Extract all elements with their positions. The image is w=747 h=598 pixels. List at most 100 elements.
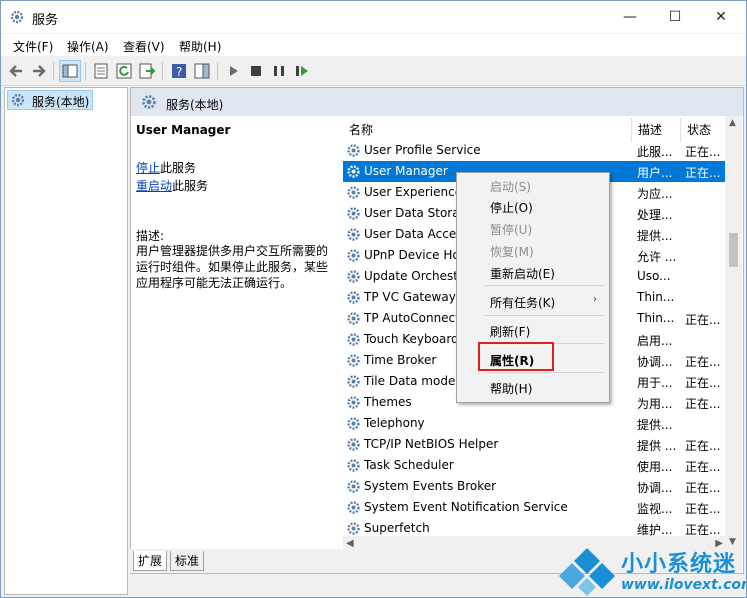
table-row[interactable]: System Events Broker 协调... 正在...	[343, 476, 726, 497]
service-description: 提供 ...	[637, 439, 677, 453]
table-row[interactable]: System Event Notification Service 监视... 正在…	[343, 497, 726, 518]
menu-action[interactable]: 操作(A)	[67, 38, 109, 55]
toolbar-separator	[217, 62, 218, 80]
service-status: 正在...	[685, 313, 721, 327]
service-description: 启用...	[637, 334, 673, 348]
restart-service-icon[interactable]	[292, 61, 312, 81]
column-header-description-label: 描述	[638, 123, 663, 137]
console-tree-icon[interactable]	[59, 60, 81, 82]
service-gear-icon	[347, 333, 360, 346]
context-menu-separator	[485, 315, 605, 316]
menu-bar: 文件(F) 操作(A) 查看(V) 帮助(H)	[1, 34, 746, 56]
service-gear-icon	[347, 501, 360, 514]
context-menu-start[interactable]: 启动(S)	[490, 178, 531, 195]
toolbar: ?	[1, 57, 746, 86]
vertical-scroll-thumb[interactable]	[729, 233, 738, 267]
refresh-icon[interactable]	[114, 61, 134, 81]
help-icon[interactable]: ?	[169, 61, 189, 81]
menu-file[interactable]: 文件(F)	[13, 38, 53, 55]
service-description: 允许 ...	[637, 250, 677, 264]
services-gear-icon	[11, 93, 25, 107]
scroll-up-arrow-icon[interactable]: ▲	[729, 118, 736, 128]
minimize-button[interactable]: —	[607, 1, 653, 33]
scroll-left-arrow-icon[interactable]: ◀	[346, 538, 354, 549]
service-description: Thin...	[637, 290, 675, 304]
table-row[interactable]: Task Scheduler 使用... 正在...	[343, 455, 726, 476]
toolbar-separator	[85, 62, 86, 80]
selected-service-name: User Manager	[136, 123, 231, 137]
forward-arrow-icon[interactable]	[28, 61, 48, 81]
toolbar-separator	[162, 62, 163, 80]
service-name: User Profile Service	[364, 143, 481, 157]
service-description: 协调...	[637, 481, 673, 495]
stop-service-icon[interactable]	[246, 61, 266, 81]
service-status: 正在...	[685, 166, 721, 180]
properties-highlight-box	[478, 342, 554, 371]
service-status: 正在...	[685, 481, 721, 495]
context-menu-resume[interactable]: 恢复(M)	[490, 243, 534, 260]
context-menu-pause[interactable]: 暂停(U)	[490, 221, 532, 238]
pane-header: 服务(本地)	[131, 88, 743, 116]
services-gear-icon	[142, 95, 156, 109]
context-menu-refresh[interactable]: 刷新(F)	[490, 323, 530, 340]
services-window: 服务 — ☐ ✕ 文件(F) 操作(A) 查看(V) 帮助(H) ? 服务(本地…	[0, 0, 747, 598]
properties-sheet-icon[interactable]	[91, 61, 111, 81]
service-gear-icon	[347, 312, 360, 325]
service-description: Uso...	[637, 269, 671, 283]
service-description: 协调...	[637, 355, 673, 369]
tab-standard[interactable]: 标准	[170, 551, 205, 571]
table-row[interactable]: User Profile Service 此服... 正在...	[343, 140, 726, 161]
description-text: 用户管理器提供多用户交互所需要的运行时组件。如果停止此服务，某些应用程序可能无法…	[136, 244, 329, 290]
table-row[interactable]: TCP/IP NetBIOS Helper 提供 ... 正在...	[343, 434, 726, 455]
service-name: System Events Broker	[364, 479, 497, 493]
start-service-icon[interactable]	[223, 61, 243, 81]
context-menu-separator	[485, 285, 605, 286]
close-button[interactable]: ✕	[698, 1, 744, 33]
table-row[interactable]: Telephony 提供...	[343, 413, 726, 434]
tree-node-services-local[interactable]: 服务(本地)	[7, 90, 93, 110]
vertical-scrollbar[interactable]: ▲ ▼	[725, 116, 742, 552]
maximize-button[interactable]: ☐	[652, 1, 698, 33]
watermark-logo-icon	[559, 548, 615, 596]
service-description: 处理...	[637, 208, 673, 222]
menu-view[interactable]: 查看(V)	[123, 38, 165, 55]
export-list-icon[interactable]	[137, 61, 157, 81]
watermark-url: www.ilovext.com	[621, 577, 747, 593]
column-header-status-label: 状态	[687, 123, 712, 137]
service-description: 为用...	[637, 397, 673, 411]
service-status: 正在...	[685, 439, 721, 453]
title-bar: 服务 — ☐ ✕	[1, 1, 746, 33]
stop-action-suffix: 此服务	[160, 161, 197, 175]
service-gear-icon	[347, 459, 360, 472]
service-description: 提供...	[637, 229, 673, 243]
service-status: 正在...	[685, 145, 721, 159]
stop-service-link[interactable]: 停止	[136, 161, 160, 175]
service-description: 为应...	[637, 187, 673, 201]
stop-action-line: 停止此服务	[136, 159, 196, 176]
context-menu-help[interactable]: 帮助(H)	[490, 380, 532, 397]
context-menu-stop[interactable]: 停止(O)	[490, 199, 533, 216]
tab-extended[interactable]: 扩展	[133, 551, 168, 571]
service-name: System Event Notification Service	[364, 500, 568, 514]
context-menu-restart[interactable]: 重新启动(E)	[490, 265, 555, 282]
pane-header-title: 服务(本地)	[166, 98, 224, 112]
services-gear-icon	[10, 10, 24, 24]
service-description: 提供...	[637, 418, 673, 432]
service-gear-icon	[347, 228, 360, 241]
service-description: 监视...	[637, 502, 673, 516]
service-name: Superfetch	[364, 521, 430, 535]
back-arrow-icon[interactable]	[7, 61, 27, 81]
context-menu-all-tasks[interactable]: 所有任务(K)	[490, 294, 555, 311]
service-gear-icon	[347, 249, 360, 262]
service-status: 正在...	[685, 376, 721, 390]
service-description: 使用...	[637, 460, 673, 474]
service-name: TCP/IP NetBIOS Helper	[364, 437, 499, 451]
restart-service-link[interactable]: 重启动	[136, 179, 172, 193]
menu-help[interactable]: 帮助(H)	[179, 38, 221, 55]
pause-service-icon[interactable]	[269, 61, 289, 81]
service-description: 此服...	[637, 145, 673, 159]
show-hide-action-pane-icon[interactable]	[192, 61, 212, 81]
service-gear-icon	[347, 480, 360, 493]
service-gear-icon	[347, 438, 360, 451]
toolbar-separator	[53, 62, 54, 80]
